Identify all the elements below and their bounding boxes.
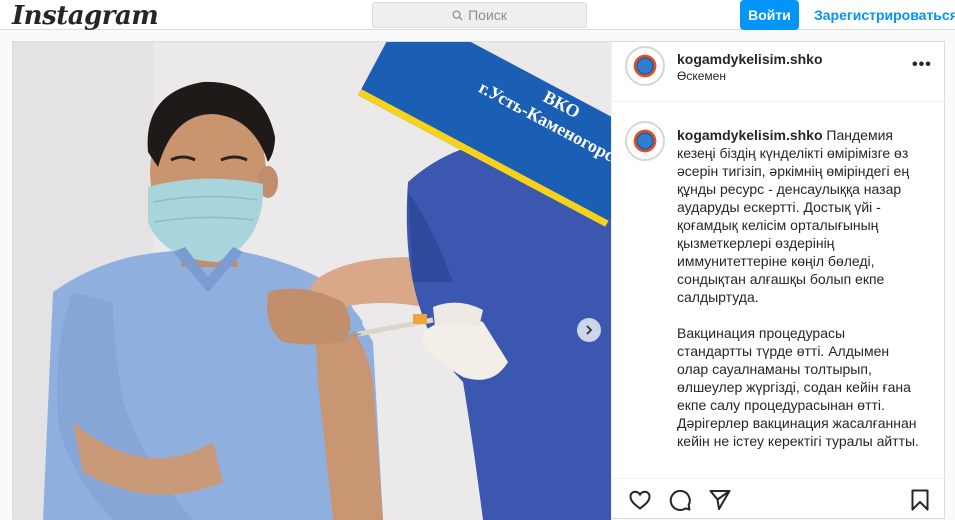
like-button[interactable] <box>628 488 652 512</box>
comment-icon <box>669 489 691 511</box>
signup-link[interactable]: Зарегистрироваться <box>814 7 955 23</box>
caption-text: Пандемия кезеңі біздің күнделікті өмірім… <box>677 127 910 305</box>
avatar[interactable] <box>625 46 665 86</box>
save-button[interactable] <box>908 488 932 512</box>
post-photo[interactable]: ВКО г.Усть-Каменогорск <box>13 42 611 520</box>
bookmark-icon <box>911 489 929 511</box>
post-sidebar: kogamdykelisim.shko Өскемен ••• kogamdyk… <box>611 42 945 520</box>
share-button[interactable] <box>708 488 732 512</box>
more-options-icon[interactable]: ••• <box>912 56 932 74</box>
post-caption: kogamdykelisim.shko Пандемия кезеңі бізд… <box>677 126 922 468</box>
post-location[interactable]: Өскемен <box>677 69 726 83</box>
post-header: kogamdykelisim.shko Өскемен ••• <box>612 42 945 102</box>
caption-area: kogamdykelisim.shko Пандемия кезеңі бізд… <box>612 102 945 467</box>
chevron-right-icon <box>586 325 593 335</box>
paper-plane-icon <box>709 490 731 510</box>
caption-avatar[interactable] <box>625 121 665 161</box>
post-username[interactable]: kogamdykelisim.shko <box>677 51 823 67</box>
caption-paragraph: Вакцинация процедурасы стандартты түрде … <box>677 325 919 449</box>
caption-username[interactable]: kogamdykelisim.shko <box>677 127 823 143</box>
heart-icon <box>629 490 651 510</box>
search-icon <box>452 9 463 21</box>
search-input[interactable]: Поиск <box>372 2 587 28</box>
comment-button[interactable] <box>668 488 692 512</box>
top-navigation-bar: Instagram Поиск Войти Зарегистрироваться <box>0 0 955 32</box>
instagram-logo[interactable]: Instagram <box>12 0 159 32</box>
post-container: ВКО г.Усть-Каменогорск kogamdykelisim.sh… <box>12 41 945 520</box>
login-button[interactable]: Войти <box>740 0 799 30</box>
caption-paragraph: kogamdykelisim.shko Пандемия кезеңі бізд… <box>677 126 922 306</box>
search-placeholder: Поиск <box>468 7 507 23</box>
next-photo-button[interactable] <box>577 318 601 342</box>
post-actions-bar <box>612 478 945 520</box>
